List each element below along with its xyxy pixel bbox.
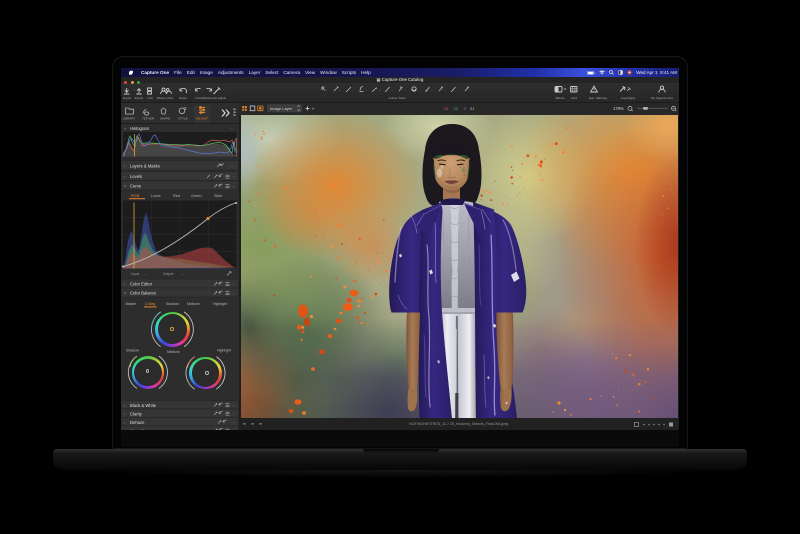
svg-text:⋯: ⋯ xyxy=(230,165,234,169)
svg-text:⋯: ⋯ xyxy=(232,421,236,425)
svg-text:22: 22 xyxy=(453,106,458,111)
svg-text:Luma: Luma xyxy=(151,194,161,198)
svg-text:›: › xyxy=(124,164,125,168)
svg-text:⌄: ⌄ xyxy=(378,89,380,92)
svg-text:⌄: ⌄ xyxy=(391,89,393,92)
svg-text:Highlight: Highlight xyxy=(217,349,231,353)
svg-text:Shadow: Shadow xyxy=(166,302,179,306)
svg-text:--: -- xyxy=(181,272,183,276)
svg-text:Grid: Grid xyxy=(571,96,577,100)
svg-text:CopyApply: CopyApply xyxy=(621,96,636,100)
svg-text:Export: Export xyxy=(135,96,144,100)
svg-text:⌄: ⌄ xyxy=(443,89,445,92)
svg-text:Curve: Curve xyxy=(130,184,142,189)
svg-text:⋯: ⋯ xyxy=(232,283,236,287)
svg-text:⋯: ⋯ xyxy=(232,292,236,296)
svg-text:RGB: RGB xyxy=(131,194,140,198)
svg-text:Dehaze: Dehaze xyxy=(130,420,145,425)
svg-text:Midtone: Midtone xyxy=(187,302,200,306)
svg-text:⌄: ⌄ xyxy=(430,89,432,92)
svg-text:Import: Import xyxy=(123,96,132,100)
svg-text:Levels: Levels xyxy=(130,174,142,179)
svg-text:Shadow: Shadow xyxy=(126,349,139,353)
svg-text:8: 8 xyxy=(463,106,466,111)
svg-text:⌄: ⌄ xyxy=(326,89,328,92)
svg-text:⌄: ⌄ xyxy=(632,89,634,92)
svg-text:⌄: ⌄ xyxy=(189,87,192,91)
svg-text:⌄: ⌄ xyxy=(339,89,341,92)
svg-text:Red: Red xyxy=(173,194,180,198)
svg-text:--: -- xyxy=(145,272,147,276)
svg-text:178%: 178% xyxy=(613,106,624,111)
svg-text:˅: ˅ xyxy=(124,185,126,189)
svg-text:⋯: ⋯ xyxy=(232,413,236,417)
svg-text:˅: ˅ xyxy=(124,127,126,131)
svg-text:Green: Green xyxy=(191,194,202,198)
svg-text:⌄: ⌄ xyxy=(223,87,226,91)
svg-text:Highlight: Highlight xyxy=(213,302,227,306)
svg-text:Cursor Tools: Cursor Tools xyxy=(389,96,406,100)
svg-text:21: 21 xyxy=(470,106,475,111)
svg-text:›: › xyxy=(124,412,125,416)
svg-text:⌄: ⌄ xyxy=(456,89,458,92)
svg-text:⋯: ⋯ xyxy=(230,127,234,131)
svg-text:3-Way: 3-Way xyxy=(145,302,155,306)
svg-text:⌄: ⌄ xyxy=(352,89,354,92)
svg-text:⌄: ⌄ xyxy=(469,89,471,92)
svg-text:Histogram: Histogram xyxy=(130,126,150,131)
svg-text:Share online: Share online xyxy=(157,96,174,100)
svg-text:›: › xyxy=(124,283,125,287)
svg-text:Reset: Reset xyxy=(179,96,187,100)
svg-text:Color Balance: Color Balance xyxy=(130,291,157,296)
svg-text:⌄: ⌄ xyxy=(404,89,406,92)
svg-text:Layers & Masks: Layers & Masks xyxy=(130,164,160,169)
svg-text:ADJUST: ADJUST xyxy=(196,117,208,121)
svg-text:Auto Adjust: Auto Adjust xyxy=(211,96,226,100)
svg-text:Exp. Warning: Exp. Warning xyxy=(589,96,607,100)
svg-text:My Capture One: My Capture One xyxy=(651,96,673,100)
svg-text:24: 24 xyxy=(444,106,449,111)
svg-text:⌄: ⌄ xyxy=(417,89,419,92)
svg-text:Cull: Cull xyxy=(147,96,153,100)
svg-text:Undo/Redo: Undo/Redo xyxy=(195,96,211,100)
svg-text:Black & White: Black & White xyxy=(130,403,157,408)
svg-text:Color Editor: Color Editor xyxy=(130,282,153,287)
svg-text:Image Layer: Image Layer xyxy=(270,106,293,111)
svg-text:STYLE: STYLE xyxy=(178,117,188,121)
svg-text:TETHER: TETHER xyxy=(142,117,155,121)
svg-text:Clarity: Clarity xyxy=(130,412,143,417)
svg-text:LIBRARY: LIBRARY xyxy=(123,117,136,121)
svg-text:⌄: ⌄ xyxy=(133,87,136,91)
svg-text:⌄: ⌄ xyxy=(365,89,367,92)
svg-text:⋯: ⋯ xyxy=(232,175,236,179)
svg-text:›: › xyxy=(124,175,125,179)
svg-text:⋯: ⋯ xyxy=(232,185,236,189)
svg-text:SHAPE: SHAPE xyxy=(160,117,170,121)
svg-text:⋯: ⋯ xyxy=(232,430,236,431)
svg-text:Vignetting: Vignetting xyxy=(130,429,149,431)
svg-text:›: › xyxy=(124,429,125,430)
svg-text:Master: Master xyxy=(126,302,138,306)
svg-text:Output:: Output: xyxy=(163,272,174,276)
svg-text:Input:: Input: xyxy=(131,272,140,276)
svg-text:Midtone: Midtone xyxy=(167,350,180,354)
svg-text:⋯: ⋯ xyxy=(232,404,236,408)
svg-text:˅: ˅ xyxy=(124,292,126,296)
svg-text:›: › xyxy=(124,404,125,408)
svg-text:Blue: Blue xyxy=(215,194,223,198)
svg-text:›: › xyxy=(124,421,125,425)
svg-text:Before: Before xyxy=(556,96,565,100)
